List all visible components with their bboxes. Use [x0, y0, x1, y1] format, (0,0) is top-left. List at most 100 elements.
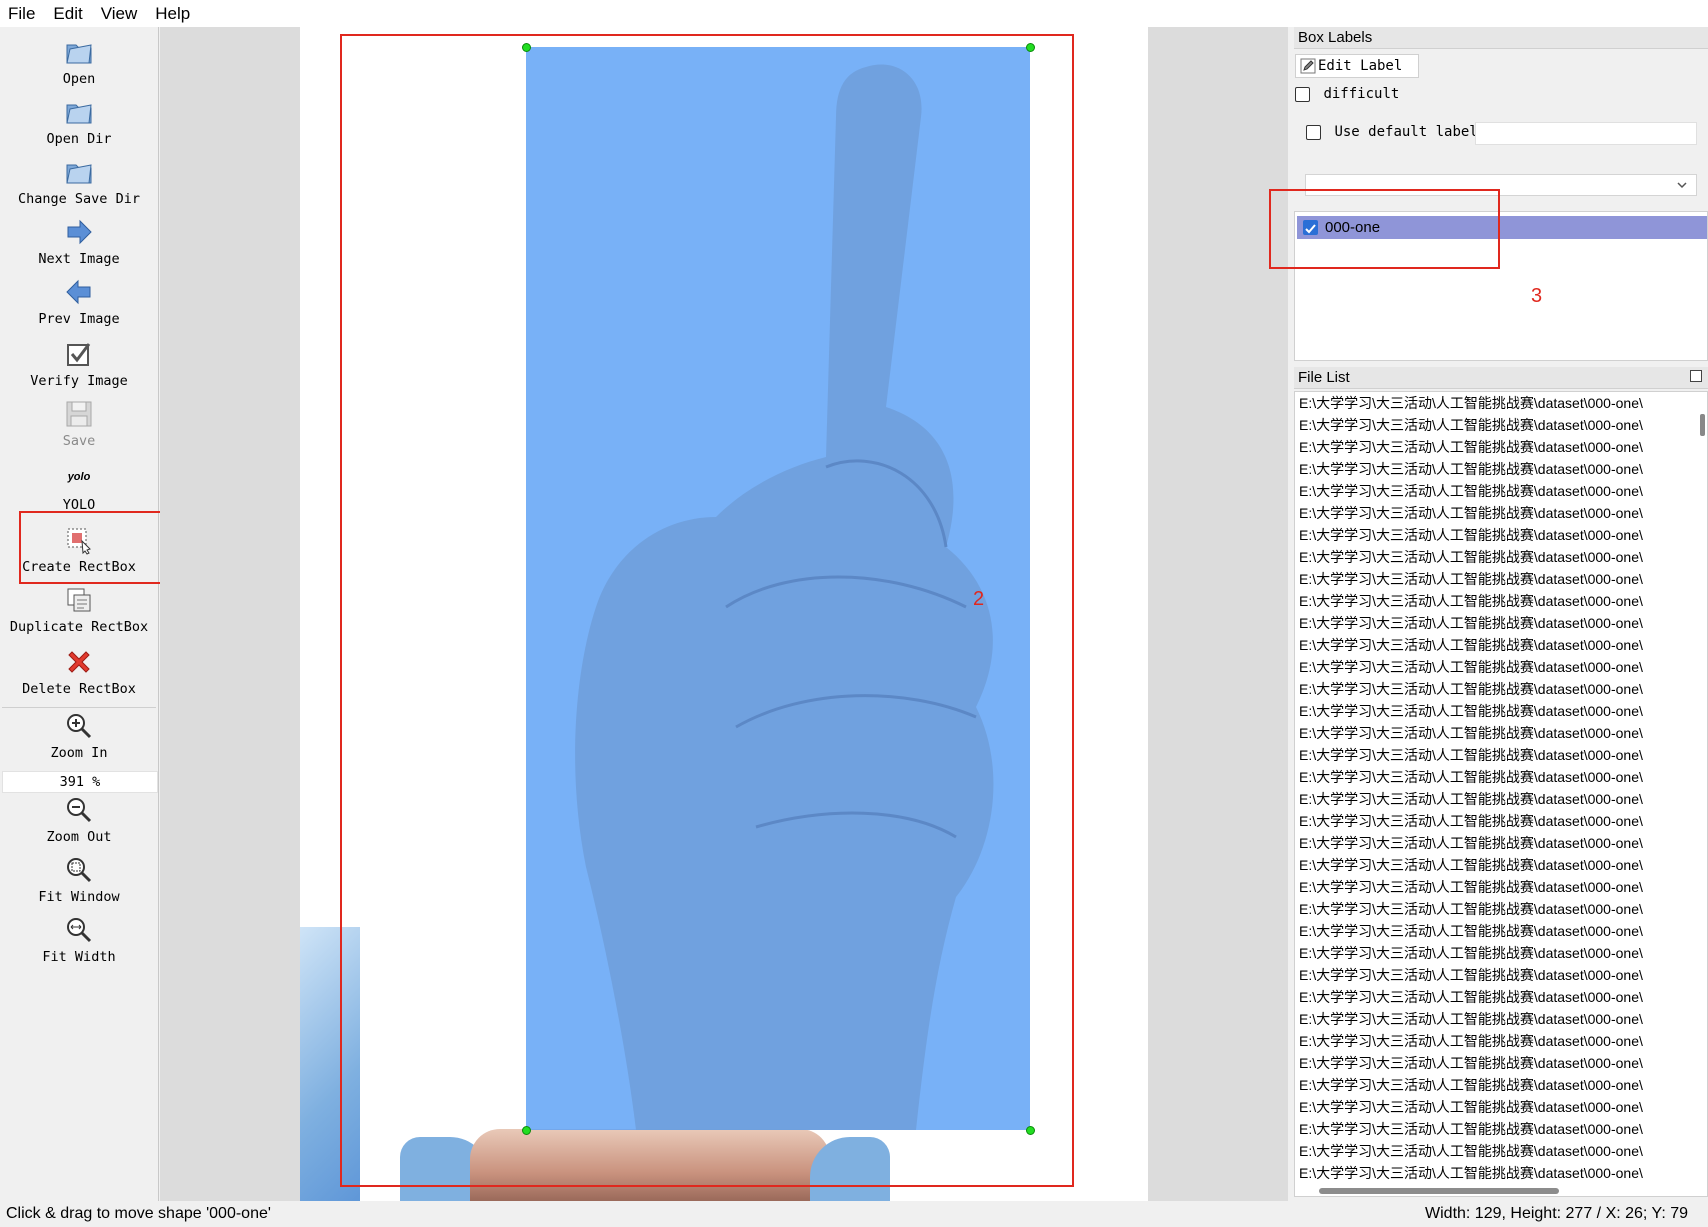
- file-list-item[interactable]: E:\大学学习\大三活动\人工智能挑战赛\dataset\000-one\: [1295, 986, 1685, 1008]
- duplicate-rectbox-label: Duplicate RectBox: [9, 619, 149, 635]
- prev-image-button[interactable]: Prev Image: [0, 277, 158, 327]
- duplicate-rectbox-button[interactable]: Duplicate RectBox: [0, 585, 158, 635]
- menu-file[interactable]: File: [8, 4, 35, 24]
- box-labels-title-text: Box Labels: [1298, 29, 1373, 46]
- file-list-item[interactable]: E:\大学学习\大三活动\人工智能挑战赛\dataset\000-one\: [1295, 854, 1685, 876]
- file-list-item[interactable]: E:\大学学习\大三活动\人工智能挑战赛\dataset\000-one\: [1295, 1008, 1685, 1030]
- menu-edit[interactable]: Edit: [53, 4, 82, 24]
- file-list-item[interactable]: E:\大学学习\大三活动\人工智能挑战赛\dataset\000-one\: [1295, 744, 1685, 766]
- toolbar-divider: [2, 707, 156, 708]
- delete-x-icon: [68, 651, 90, 673]
- save-button[interactable]: Save: [0, 399, 158, 449]
- file-list-item[interactable]: E:\大学学习\大三活动\人工智能挑战赛\dataset\000-one\: [1295, 942, 1685, 964]
- file-list-hscrollbar[interactable]: [1319, 1188, 1559, 1194]
- menu-view[interactable]: View: [101, 4, 138, 24]
- floppy-disk-icon: [66, 401, 92, 427]
- verify-image-button[interactable]: Verify Image: [0, 339, 158, 389]
- file-list-item[interactable]: E:\大学学习\大三活动\人工智能挑战赛\dataset\000-one\: [1295, 722, 1685, 744]
- file-list-item[interactable]: E:\大学学习\大三活动\人工智能挑战赛\dataset\000-one\: [1295, 546, 1685, 568]
- file-list-item[interactable]: E:\大学学习\大三活动\人工智能挑战赛\dataset\000-one\: [1295, 1030, 1685, 1052]
- arrow-right-icon: [67, 219, 92, 245]
- file-list-item[interactable]: E:\大学学习\大三活动\人工智能挑战赛\dataset\000-one\: [1295, 766, 1685, 788]
- file-list-item[interactable]: E:\大学学习\大三活动\人工智能挑战赛\dataset\000-one\: [1295, 568, 1685, 590]
- zoom-in-icon: [67, 714, 92, 739]
- annotation-box-1: [19, 511, 169, 584]
- file-list-item[interactable]: E:\大学学习\大三活动\人工智能挑战赛\dataset\000-one\: [1295, 590, 1685, 612]
- use-default-label-row[interactable]: Use default label: [1306, 124, 1478, 140]
- left-toolbar: Open Open Dir Change Save Dir Next Image…: [0, 27, 159, 1201]
- yolo-button[interactable]: yolo YOLO: [0, 467, 158, 513]
- menu-bar: File Edit View Help: [0, 0, 1708, 27]
- open-label: Open: [62, 71, 96, 87]
- difficult-checkbox[interactable]: [1295, 86, 1310, 102]
- float-dock-icon[interactable]: [1690, 370, 1702, 382]
- file-list-title-text: File List: [1298, 369, 1350, 386]
- file-list-item[interactable]: E:\大学学习\大三活动\人工智能挑战赛\dataset\000-one\: [1295, 458, 1685, 480]
- file-list-item[interactable]: E:\大学学习\大三活动\人工智能挑战赛\dataset\000-one\: [1295, 810, 1685, 832]
- file-list-item[interactable]: E:\大学学习\大三活动\人工智能挑战赛\dataset\000-one\: [1295, 1140, 1685, 1162]
- use-default-label-checkbox[interactable]: [1306, 124, 1321, 140]
- duplicate-icon: [67, 588, 91, 612]
- verify-image-label: Verify Image: [30, 373, 128, 389]
- file-list-item[interactable]: E:\大学学习\大三活动\人工智能挑战赛\dataset\000-one\: [1295, 392, 1685, 414]
- file-list-item[interactable]: E:\大学学习\大三活动\人工智能挑战赛\dataset\000-one\: [1295, 920, 1685, 942]
- file-list-item[interactable]: E:\大学学习\大三活动\人工智能挑战赛\dataset\000-one\: [1295, 436, 1685, 458]
- file-list-item[interactable]: E:\大学学习\大三活动\人工智能挑战赛\dataset\000-one\: [1295, 1162, 1685, 1184]
- file-list-item[interactable]: E:\大学学习\大三活动\人工智能挑战赛\dataset\000-one\: [1295, 1118, 1685, 1140]
- zoom-in-label: Zoom In: [50, 745, 108, 761]
- default-label-input[interactable]: [1475, 122, 1697, 145]
- file-list-item[interactable]: E:\大学学习\大三活动\人工智能挑战赛\dataset\000-one\: [1295, 788, 1685, 810]
- zoom-out-button[interactable]: Zoom Out: [0, 795, 158, 845]
- fit-window-icon: [67, 858, 92, 883]
- zoom-value-field[interactable]: 391 %: [2, 771, 158, 793]
- file-list-item[interactable]: E:\大学学习\大三活动\人工智能挑战赛\dataset\000-one\: [1295, 634, 1685, 656]
- file-list-item[interactable]: E:\大学学习\大三活动\人工智能挑战赛\dataset\000-one\: [1295, 656, 1685, 678]
- file-list-item[interactable]: E:\大学学习\大三活动\人工智能挑战赛\dataset\000-one\: [1295, 964, 1685, 986]
- open-button[interactable]: Open: [0, 37, 158, 87]
- folder-icon: [66, 104, 92, 124]
- status-bar: Click & drag to move shape '000-one' Wid…: [0, 1201, 1708, 1227]
- box-labels-title: Box Labels: [1294, 27, 1708, 49]
- arrow-left-icon: [66, 279, 91, 305]
- use-default-label-text: Use default label: [1334, 124, 1478, 140]
- file-list-vscrollbar[interactable]: [1700, 414, 1705, 436]
- checkbox-verify-icon: [67, 343, 91, 366]
- file-list-item[interactable]: E:\大学学习\大三活动\人工智能挑战赛\dataset\000-one\: [1295, 1074, 1685, 1096]
- next-image-label: Next Image: [38, 251, 120, 267]
- prev-image-label: Prev Image: [38, 311, 120, 327]
- annotation-number-3: 3: [1531, 285, 1543, 307]
- open-dir-label: Open Dir: [46, 131, 112, 147]
- fit-window-button[interactable]: Fit Window: [0, 855, 158, 905]
- file-list-item[interactable]: E:\大学学习\大三活动\人工智能挑战赛\dataset\000-one\: [1295, 524, 1685, 546]
- file-list-item[interactable]: E:\大学学习\大三活动\人工智能挑战赛\dataset\000-one\: [1295, 414, 1685, 436]
- zoom-in-button[interactable]: Zoom In: [0, 711, 158, 761]
- difficult-checkbox-row[interactable]: difficult: [1295, 86, 1399, 102]
- file-list-item[interactable]: E:\大学学习\大三活动\人工智能挑战赛\dataset\000-one\: [1295, 678, 1685, 700]
- file-list-item[interactable]: E:\大学学习\大三活动\人工智能挑战赛\dataset\000-one\: [1295, 502, 1685, 524]
- open-dir-button[interactable]: Open Dir: [0, 97, 158, 147]
- next-image-button[interactable]: Next Image: [0, 217, 158, 267]
- file-list-item[interactable]: E:\大学学习\大三活动\人工智能挑战赛\dataset\000-one\: [1295, 876, 1685, 898]
- file-list[interactable]: E:\大学学习\大三活动\人工智能挑战赛\dataset\000-one\ E:\…: [1294, 391, 1708, 1197]
- file-list-item[interactable]: E:\大学学习\大三活动\人工智能挑战赛\dataset\000-one\: [1295, 1096, 1685, 1118]
- file-list-item[interactable]: E:\大学学习\大三活动\人工智能挑战赛\dataset\000-one\: [1295, 612, 1685, 634]
- file-list-item[interactable]: E:\大学学习\大三活动\人工智能挑战赛\dataset\000-one\: [1295, 898, 1685, 920]
- zoom-out-label: Zoom Out: [46, 829, 112, 845]
- menu-help[interactable]: Help: [155, 4, 190, 24]
- fit-width-icon: [67, 918, 92, 943]
- file-list-title: File List: [1294, 367, 1708, 389]
- edit-label-button[interactable]: Edit Label: [1295, 54, 1419, 78]
- yolo-logo-icon: yolo: [67, 471, 91, 483]
- change-save-dir-label: Change Save Dir: [18, 191, 140, 207]
- file-list-item[interactable]: E:\大学学习\大三活动\人工智能挑战赛\dataset\000-one\: [1295, 832, 1685, 854]
- annotation-number-2: 2: [973, 588, 985, 610]
- edit-label-text: Edit Label: [1318, 58, 1403, 74]
- status-message: Click & drag to move shape '000-one': [6, 1205, 271, 1222]
- fit-width-button[interactable]: Fit Width: [0, 915, 158, 965]
- change-save-dir-button[interactable]: Change Save Dir: [0, 157, 158, 207]
- delete-rectbox-button[interactable]: Delete RectBox: [0, 647, 158, 697]
- file-list-item[interactable]: E:\大学学习\大三活动\人工智能挑战赛\dataset\000-one\: [1295, 480, 1685, 502]
- file-list-item[interactable]: E:\大学学习\大三活动\人工智能挑战赛\dataset\000-one\: [1295, 700, 1685, 722]
- file-list-item[interactable]: E:\大学学习\大三活动\人工智能挑战赛\dataset\000-one\: [1295, 1052, 1685, 1074]
- annotation-box-2: [340, 34, 1074, 1187]
